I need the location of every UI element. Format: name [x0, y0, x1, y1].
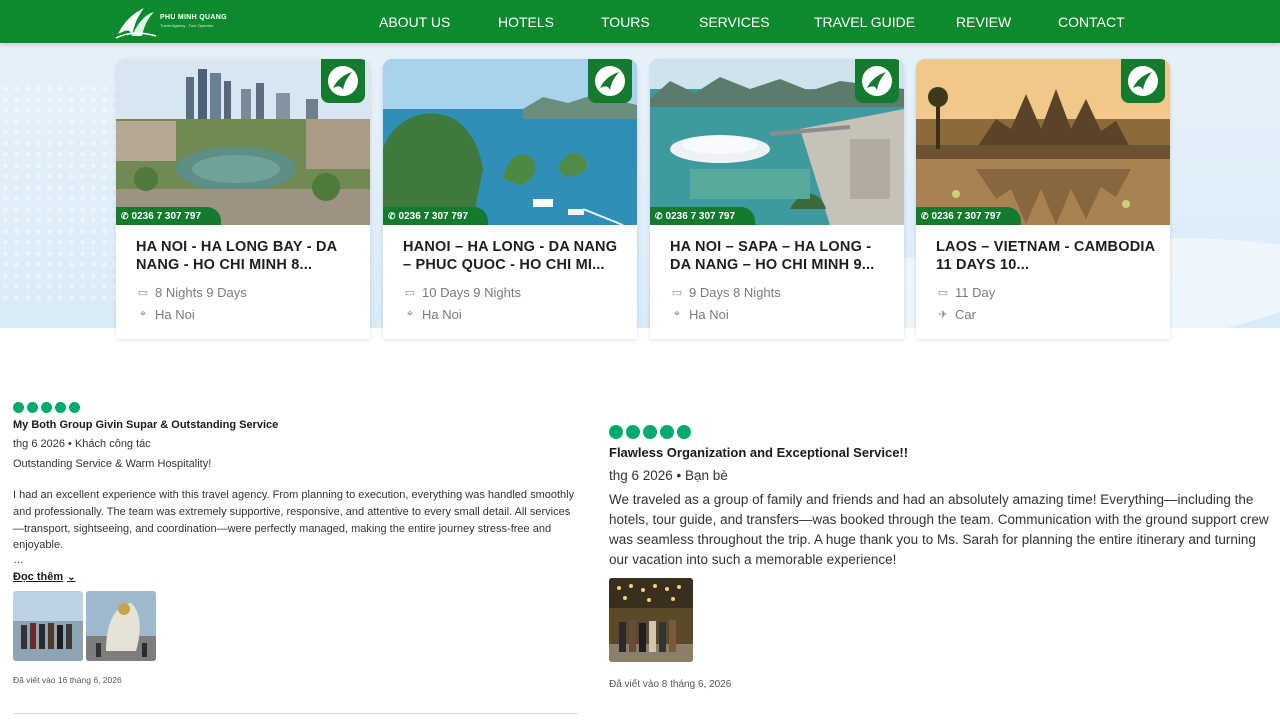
rating-bubble-icon	[55, 402, 66, 413]
tour-card[interactable]: ✆ 0236 7 307 797 LAOS – VIETNAM - CAMBODI…	[916, 59, 1170, 339]
brand-logo[interactable]: PHU MINH QUANG Travel Agency - Tour Oper…	[114, 2, 234, 40]
rating-bubble-icon	[677, 425, 691, 439]
tour-duration: ▭ 8 Nights 9 Days	[137, 285, 247, 300]
review-photo[interactable]	[86, 591, 156, 662]
tour-card[interactable]: ✆ 0236 7 307 797 HANOI – HA LONG - DA NAN…	[383, 59, 637, 339]
brand-badge-icon	[1121, 59, 1165, 103]
brand-badge-icon	[321, 59, 365, 103]
top-navigation-bar: PHU MINH QUANG Travel Agency - Tour Oper…	[0, 0, 1280, 43]
tour-title[interactable]: LAOS – VIETNAM - CAMBODIA 11 DAYS 10...	[936, 239, 1156, 274]
tour-duration: ▭ 11 Day	[937, 285, 996, 300]
review-photo[interactable]	[609, 578, 693, 662]
nav-hotels[interactable]: HOTELS	[498, 0, 554, 43]
review-body: We traveled as a group of family and fri…	[609, 492, 1269, 567]
phone-icon: ✆	[121, 211, 129, 221]
calendar-icon: ▭	[137, 287, 149, 299]
nav-about-us[interactable]: ABOUT US	[379, 0, 450, 43]
phone-badge[interactable]: ✆ 0236 7 307 797	[916, 207, 1022, 225]
phone-icon: ✆	[921, 211, 929, 221]
tour-card[interactable]: ✆ 0236 7 307 797 HA NOI – SAPA – HA LONG …	[650, 59, 904, 339]
review-divider	[13, 713, 578, 714]
rating-bubbles	[13, 402, 578, 413]
tour-location: ⌖ Ha Noi	[136, 307, 195, 322]
nav-contact[interactable]: CONTACT	[1058, 0, 1125, 43]
review-written-date: Đã viết vào 8 tháng 6, 2026	[609, 679, 732, 690]
rating-bubble-icon	[13, 402, 24, 413]
review-body: I had an excellent experience with this …	[13, 489, 575, 552]
tour-photo-angkor-wat: ✆ 0236 7 307 797	[916, 59, 1170, 225]
read-more-link[interactable]: Đọc thêm ⌄	[13, 571, 76, 583]
phone-badge[interactable]: ✆ 0236 7 307 797	[116, 207, 222, 225]
review-title[interactable]: Flawless Organization and Exceptional Se…	[609, 445, 1279, 460]
tour-photo-ha-long-bay: ✆ 0236 7 307 797	[383, 59, 637, 225]
review-written-date: Đã viết vào 16 tháng 6, 2026	[13, 675, 122, 686]
tour-title[interactable]: HANOI – HA LONG - DA NANG – PHUC QUOC - …	[403, 239, 623, 274]
location-pin-icon: ⌖	[406, 308, 414, 320]
calendar-icon: ▭	[937, 287, 949, 299]
nav-review[interactable]: REVIEW	[956, 0, 1011, 43]
calendar-icon: ▭	[404, 287, 416, 299]
rating-bubbles	[609, 425, 1279, 439]
tour-title[interactable]: HA NOI - HA LONG BAY - DA NANG - HO CHI …	[136, 239, 356, 274]
phone-badge[interactable]: ✆ 0236 7 307 797	[650, 207, 756, 225]
nav-tours[interactable]: TOURS	[601, 0, 650, 43]
review-card: My Both Group Givin Supar & Outstanding …	[13, 402, 578, 714]
phone-icon: ✆	[655, 211, 663, 221]
rating-bubble-icon	[69, 402, 80, 413]
tour-title[interactable]: HA NOI – SAPA – HA LONG - DA NANG – HO C…	[670, 239, 890, 274]
phone-icon: ✆	[388, 211, 396, 221]
rating-bubble-icon	[626, 425, 640, 439]
read-more-label: Đọc thêm	[13, 571, 64, 584]
tour-card[interactable]: ✆ 0236 7 307 797 HA NOI - HA LONG BAY - D…	[116, 59, 370, 339]
rating-bubble-icon	[27, 402, 38, 413]
tour-photo-ha-long-city: ✆ 0236 7 307 797	[650, 59, 904, 225]
phone-number: 0236 7 307 797	[398, 211, 469, 222]
tour-photo-hanoi-city: ✆ 0236 7 307 797	[116, 59, 370, 225]
decorative-dots	[0, 83, 120, 303]
location-pin-icon: ⌖	[673, 308, 681, 320]
review-subtitle: Outstanding Service & Warm Hospitality!	[13, 458, 212, 470]
review-photo[interactable]	[13, 591, 83, 662]
tour-duration: ▭ 9 Days 8 Nights	[671, 285, 781, 300]
brand-badge-icon	[855, 59, 899, 103]
bird-logo-icon	[115, 8, 157, 39]
phone-number: 0236 7 307 797	[931, 211, 1002, 222]
brand-tagline: Travel Agency - Tour Operator	[160, 23, 214, 28]
tour-transport: ✈ Car	[936, 307, 976, 322]
phone-number: 0236 7 307 797	[131, 211, 202, 222]
tour-duration: ▭ 10 Days 9 Nights	[404, 285, 521, 300]
review-meta: thg 6 2026 • Khách công tác	[13, 438, 151, 450]
brand-name: PHU MINH QUANG	[160, 14, 227, 21]
phone-number: 0236 7 307 797	[665, 211, 736, 222]
rating-bubble-icon	[643, 425, 657, 439]
tour-location: ⌖ Ha Noi	[670, 307, 729, 322]
phone-badge[interactable]: ✆ 0236 7 307 797	[383, 207, 489, 225]
brand-badge-icon	[588, 59, 632, 103]
rating-bubble-icon	[660, 425, 674, 439]
location-pin-icon: ⌖	[139, 308, 147, 320]
review-photos	[13, 591, 578, 662]
nav-services[interactable]: SERVICES	[699, 0, 770, 43]
nav-travel-guide[interactable]: TRAVEL GUIDE	[814, 0, 915, 43]
rating-bubble-icon	[41, 402, 52, 413]
plane-icon: ✈	[938, 309, 948, 321]
review-card: Flawless Organization and Exceptional Se…	[609, 425, 1279, 690]
review-meta: thg 6 2026 • Bạn bè	[609, 468, 728, 483]
calendar-icon: ▭	[671, 287, 683, 299]
chevron-down-icon: ⌄	[67, 571, 76, 583]
tour-location: ⌖ Ha Noi	[403, 307, 462, 322]
review-photos	[609, 578, 1279, 662]
review-ellipsis: …	[13, 554, 24, 567]
rating-bubble-icon	[609, 425, 623, 439]
review-title[interactable]: My Both Group Givin Supar & Outstanding …	[13, 419, 578, 431]
